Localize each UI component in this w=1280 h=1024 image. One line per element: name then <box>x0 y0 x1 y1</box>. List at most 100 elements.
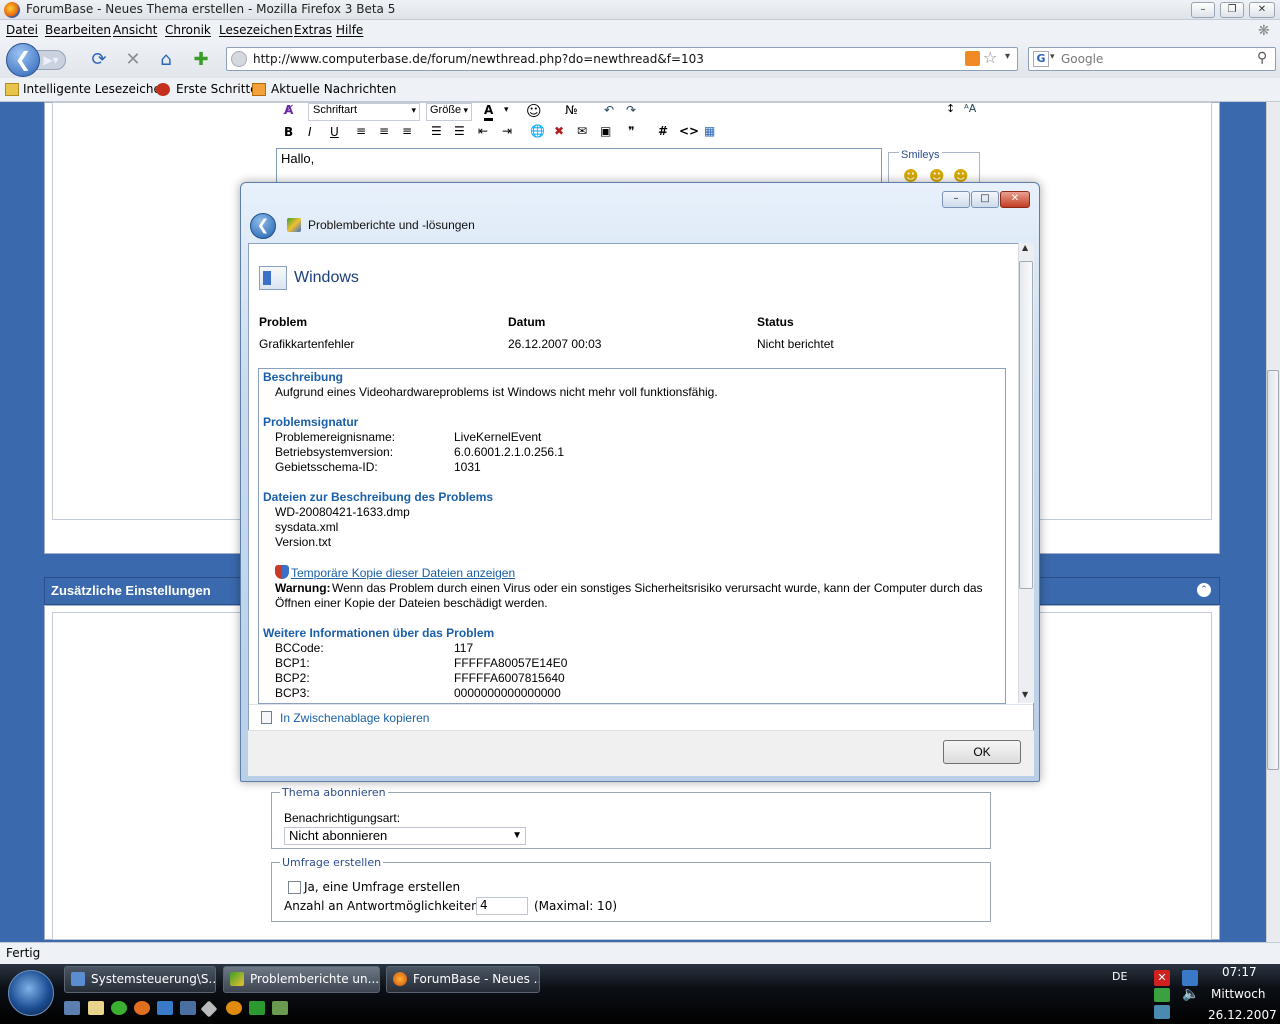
search-engine-dropdown-icon[interactable]: ▾ <box>1050 52 1055 62</box>
bookmark-getting-started[interactable]: Erste Schritte <box>176 82 258 96</box>
clock-time[interactable]: 07:17 <box>1222 965 1257 979</box>
editor-toolbar-row-2: B I U ≡ ≡ ≡ ☰ ☰ ⇤ ⇥ 🌐 ✖ ✉ ▣ ❞ # <> ▦ <box>274 124 992 144</box>
align-center-icon[interactable]: ≡ <box>379 124 389 138</box>
font-color-icon[interactable]: A <box>484 102 494 121</box>
menu-datei[interactable]: Datei <box>6 23 38 37</box>
remove-format-icon[interactable]: A̸ <box>284 103 293 117</box>
subscribe-select[interactable]: Nicht abonnieren ▼ <box>284 827 526 845</box>
task-problem-reports[interactable]: Problemberichte un... <box>223 966 380 993</box>
menu-chronik[interactable]: Chronik <box>165 23 211 37</box>
menu-bearbeiten[interactable]: Bearbeiten <box>45 23 111 37</box>
search-magnifier-icon[interactable]: ⚲ <box>1257 50 1267 66</box>
quicklaunch-green-icon[interactable] <box>249 1001 265 1015</box>
scroll-up-icon[interactable]: ▲ <box>1022 243 1028 252</box>
poll-checkbox[interactable] <box>288 881 301 894</box>
reload-icon[interactable]: ⟳ <box>88 49 110 71</box>
font-size-toggle-icon[interactable]: ᴬA <box>964 102 976 115</box>
smiley-insert-icon[interactable]: ☺ <box>526 102 542 120</box>
dialog-back-button[interactable]: ❮ <box>250 213 276 239</box>
dialog-scrollbar-thumb[interactable] <box>1019 261 1033 589</box>
menu-hilfe[interactable]: Hilfe <box>336 23 363 37</box>
back-button[interactable]: ❮ <box>6 43 40 77</box>
insert-email-icon[interactable]: ✉ <box>577 124 587 138</box>
quicklaunch-window-icon[interactable] <box>180 1001 196 1015</box>
undo-icon[interactable]: ↶ <box>604 103 614 117</box>
language-indicator[interactable]: DE <box>1112 970 1127 983</box>
start-button[interactable] <box>8 970 54 1016</box>
resize-icon[interactable]: ↕ <box>946 102 955 115</box>
clock-day[interactable]: Mittwoch <box>1211 987 1265 1001</box>
add-bookmark-icon[interactable]: ✚ <box>190 49 212 71</box>
search-engine-icon[interactable]: G <box>1033 51 1049 67</box>
remove-link-icon[interactable]: ✖ <box>554 124 564 138</box>
home-icon[interactable]: ⌂ <box>155 49 177 71</box>
notepad-icon[interactable] <box>88 1001 104 1015</box>
minimize-button[interactable]: – <box>1191 2 1215 18</box>
insert-link-icon[interactable]: 🌐 <box>530 124 545 138</box>
tray-error-icon[interactable]: ✕ <box>1154 970 1170 986</box>
align-right-icon[interactable]: ≡ <box>402 124 412 138</box>
dialog-minimize-button[interactable]: – <box>942 191 970 208</box>
outdent-icon[interactable]: ⇤ <box>478 124 488 138</box>
tray-network-icon[interactable] <box>1182 970 1198 986</box>
underline-icon[interactable]: U <box>330 125 339 139</box>
task-control-panel[interactable]: Systemsteuerung\S... <box>64 966 216 993</box>
restore-button[interactable]: ❐ <box>1220 2 1244 18</box>
align-left-icon[interactable]: ≡ <box>356 124 366 138</box>
poll-answers-input[interactable]: 4 <box>476 897 528 915</box>
quicklaunch-app-icon[interactable] <box>111 1001 127 1015</box>
search-box[interactable]: G ▾ Google ⚲ <box>1028 47 1276 71</box>
poll-legend: Umfrage erstellen <box>282 856 382 869</box>
copy-to-clipboard-link[interactable]: In Zwischenablage kopieren <box>280 711 429 725</box>
html-code-icon[interactable]: <> <box>679 124 699 138</box>
italic-icon[interactable]: I <box>308 125 312 139</box>
quote-icon[interactable]: ❞ <box>628 124 634 138</box>
tray-extra-icon[interactable] <box>1154 1005 1170 1019</box>
problem-reports-icon <box>287 218 301 232</box>
redo-icon[interactable]: ↷ <box>626 103 636 117</box>
url-bar[interactable]: http://www.computerbase.de/forum/newthre… <box>226 47 1018 71</box>
insert-image-icon[interactable]: ▣ <box>600 124 611 138</box>
code-hash-icon[interactable]: # <box>658 124 668 138</box>
tray-app-icon[interactable] <box>1154 988 1170 1002</box>
temp-copy-link[interactable]: Temporäre Kopie dieser Dateien anzeigen <box>291 566 515 580</box>
unordered-list-icon[interactable]: ☰ <box>454 124 465 138</box>
quicklaunch-network-icon[interactable] <box>272 1001 288 1015</box>
ordered-list-icon[interactable]: ☰ <box>431 124 442 138</box>
url-dropdown-icon[interactable]: ▾ <box>1005 51 1010 62</box>
indent-icon[interactable]: ⇥ <box>502 124 512 138</box>
dialog-maximize-button[interactable]: □ <box>971 191 999 208</box>
page-scrollbar-thumb[interactable] <box>1267 370 1279 770</box>
collapse-icon[interactable]: ⌃ <box>1197 583 1211 597</box>
attachment-icon[interactable]: № <box>565 103 577 117</box>
volume-icon[interactable]: 🔈 <box>1182 986 1199 1002</box>
show-desktop-icon[interactable] <box>64 1001 80 1015</box>
signature-header: Problemsignatur <box>263 415 359 429</box>
firefox-quicklaunch-icon[interactable] <box>134 1001 150 1015</box>
media-player-icon[interactable] <box>157 1001 173 1015</box>
menu-extras[interactable]: Extras <box>294 23 332 37</box>
copy-bar: In Zwischenablage kopieren <box>249 704 1033 730</box>
size-select[interactable]: Größe ▾ <box>426 103 472 121</box>
menu-lesezeichen[interactable]: Lesezeichen <box>219 23 293 37</box>
site-identity-icon[interactable] <box>231 51 247 67</box>
bookmark-news[interactable]: Aktuelle Nachrichten <box>271 82 396 96</box>
font-select[interactable]: Schriftart ▾ <box>308 103 420 121</box>
bold-icon[interactable]: B <box>284 125 293 139</box>
scroll-down-icon[interactable]: ▼ <box>1022 690 1028 699</box>
php-code-icon[interactable]: ▦ <box>704 124 715 138</box>
font-color-dropdown-icon[interactable]: ▾ <box>504 105 509 115</box>
task-firefox[interactable]: ForumBase - Neues ... <box>386 966 540 993</box>
rss-feed-icon[interactable] <box>965 51 980 66</box>
clock-date[interactable]: 26.12.2007 <box>1208 1008 1277 1022</box>
dialog-close-button[interactable]: ✕ <box>1000 191 1030 208</box>
bookmark-smart[interactable]: Intelligente Lesezeichen <box>23 82 168 96</box>
ok-button[interactable]: OK <box>943 740 1021 764</box>
menu-ansicht[interactable]: Ansicht <box>113 23 157 37</box>
close-button[interactable]: ✕ <box>1249 2 1275 18</box>
forward-button[interactable]: ▶▾ <box>36 50 66 70</box>
quicklaunch-info-icon[interactable] <box>226 1001 242 1015</box>
message-textarea[interactable]: Hallo, <box>276 148 882 186</box>
star-bookmark-icon[interactable]: ☆ <box>983 48 997 67</box>
stop-icon[interactable]: ✕ <box>122 49 144 71</box>
